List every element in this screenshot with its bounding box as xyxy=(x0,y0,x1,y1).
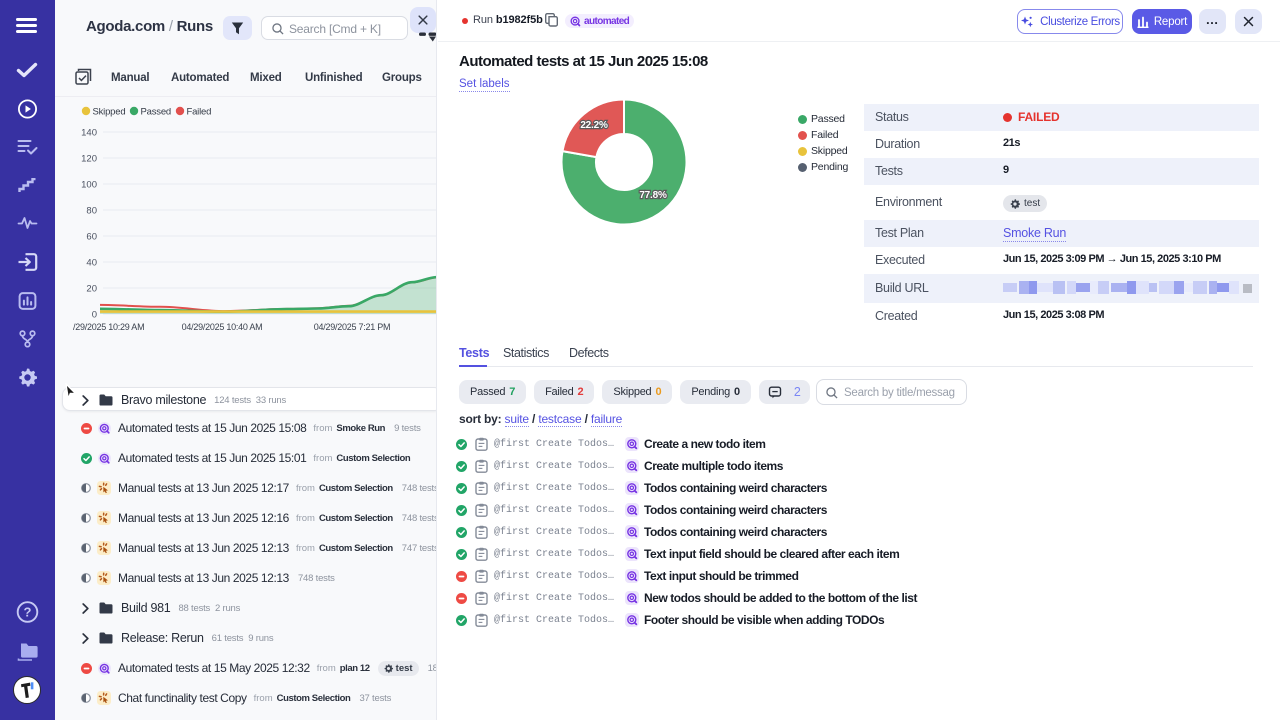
svg-text:80: 80 xyxy=(86,206,97,217)
svg-text:77.8%: 77.8% xyxy=(639,190,667,201)
svg-text:?: ? xyxy=(24,605,32,620)
svg-text:100: 100 xyxy=(81,180,97,191)
svg-text:40: 40 xyxy=(86,258,97,269)
svg-text:04/29/2025 7:21 PM: 04/29/2025 7:21 PM xyxy=(314,322,391,332)
svg-text:120: 120 xyxy=(81,154,97,165)
svg-text:Passed: Passed xyxy=(141,107,172,118)
svg-text:/29/2025 10:29 AM: /29/2025 10:29 AM xyxy=(73,322,144,332)
svg-text:60: 60 xyxy=(86,232,97,243)
svg-text:Skipped: Skipped xyxy=(93,107,126,118)
svg-text:140: 140 xyxy=(81,128,97,139)
svg-text:04/29/2025 10:40 AM: 04/29/2025 10:40 AM xyxy=(182,322,263,332)
svg-text:22.2%: 22.2% xyxy=(580,120,608,131)
svg-text:0: 0 xyxy=(92,310,97,321)
svg-text:Failed: Failed xyxy=(187,107,212,118)
svg-text:20: 20 xyxy=(86,284,97,295)
